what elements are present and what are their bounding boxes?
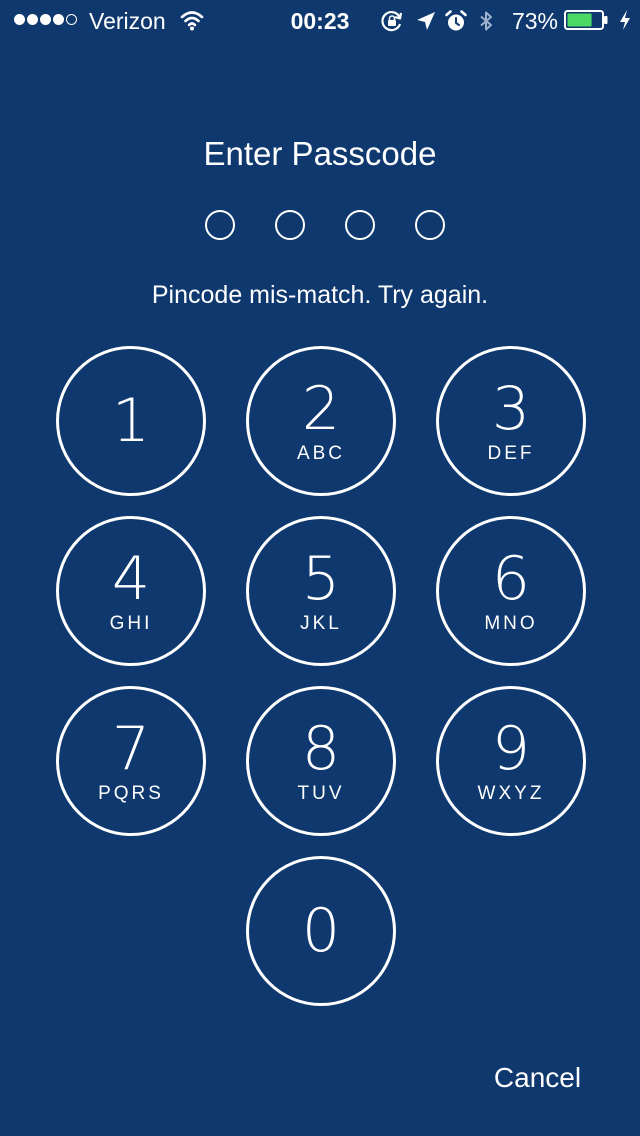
passcode-dot bbox=[205, 210, 235, 240]
key-digit: 0 bbox=[301, 896, 341, 966]
signal-dots-icon bbox=[14, 14, 77, 26]
key-letters: TUV bbox=[297, 783, 345, 804]
key-letters: WXYZ bbox=[477, 783, 545, 804]
location-arrow-icon bbox=[417, 12, 435, 30]
cancel-button[interactable]: Cancel bbox=[470, 1060, 605, 1096]
signal-dot bbox=[40, 14, 51, 25]
key-digit: 4 bbox=[111, 544, 151, 614]
key-letters: MNO bbox=[484, 613, 538, 634]
key-digit: 2 bbox=[301, 374, 341, 444]
key-4[interactable]: 4 GHI bbox=[56, 516, 206, 666]
key-letters: GHI bbox=[109, 613, 153, 634]
key-digit: 1 bbox=[111, 386, 151, 456]
key-2[interactable]: 2 ABC bbox=[246, 346, 396, 496]
key-letters: DEF bbox=[487, 443, 535, 464]
signal-dot bbox=[66, 14, 77, 25]
passcode-dot bbox=[275, 210, 305, 240]
key-letters: ABC bbox=[296, 443, 346, 464]
signal-dot bbox=[27, 14, 38, 25]
wifi-icon bbox=[180, 11, 204, 31]
battery-icon bbox=[564, 10, 608, 30]
key-digit: 8 bbox=[301, 714, 341, 784]
error-message: Pincode mis-match. Try again. bbox=[151, 281, 489, 309]
bluetooth-icon bbox=[480, 11, 492, 31]
status-bar: Verizon 00:23 73% bbox=[0, 0, 640, 40]
key-digit: 5 bbox=[301, 544, 341, 614]
status-time: 00:23 bbox=[290, 8, 350, 34]
key-letters: JKL bbox=[300, 613, 342, 634]
key-digit: 3 bbox=[491, 374, 531, 444]
key-6[interactable]: 6 MNO bbox=[436, 516, 586, 666]
battery-percent: 73% bbox=[511, 8, 558, 34]
key-7[interactable]: 7 PQRS bbox=[56, 686, 206, 836]
signal-dot bbox=[14, 14, 25, 25]
key-digit: 6 bbox=[491, 544, 531, 614]
key-5[interactable]: 5 JKL bbox=[246, 516, 396, 666]
key-8[interactable]: 8 TUV bbox=[246, 686, 396, 836]
key-digit: 9 bbox=[491, 714, 531, 784]
passcode-dot bbox=[345, 210, 375, 240]
alarm-clock-icon bbox=[445, 10, 467, 31]
key-letters: PQRS bbox=[98, 783, 164, 804]
page-title: Enter Passcode bbox=[203, 135, 437, 172]
passcode-dots bbox=[0, 210, 640, 242]
key-3[interactable]: 3 DEF bbox=[436, 346, 586, 496]
carrier-name: Verizon bbox=[89, 8, 166, 34]
charging-bolt-icon bbox=[620, 10, 630, 30]
rotation-lock-icon bbox=[381, 11, 403, 32]
key-0[interactable]: 0 bbox=[246, 856, 396, 1006]
key-digit: 7 bbox=[111, 714, 151, 784]
key-9[interactable]: 9 WXYZ bbox=[436, 686, 586, 836]
passcode-dot bbox=[415, 210, 445, 240]
key-1[interactable]: 1 bbox=[56, 346, 206, 496]
signal-dot bbox=[53, 14, 64, 25]
